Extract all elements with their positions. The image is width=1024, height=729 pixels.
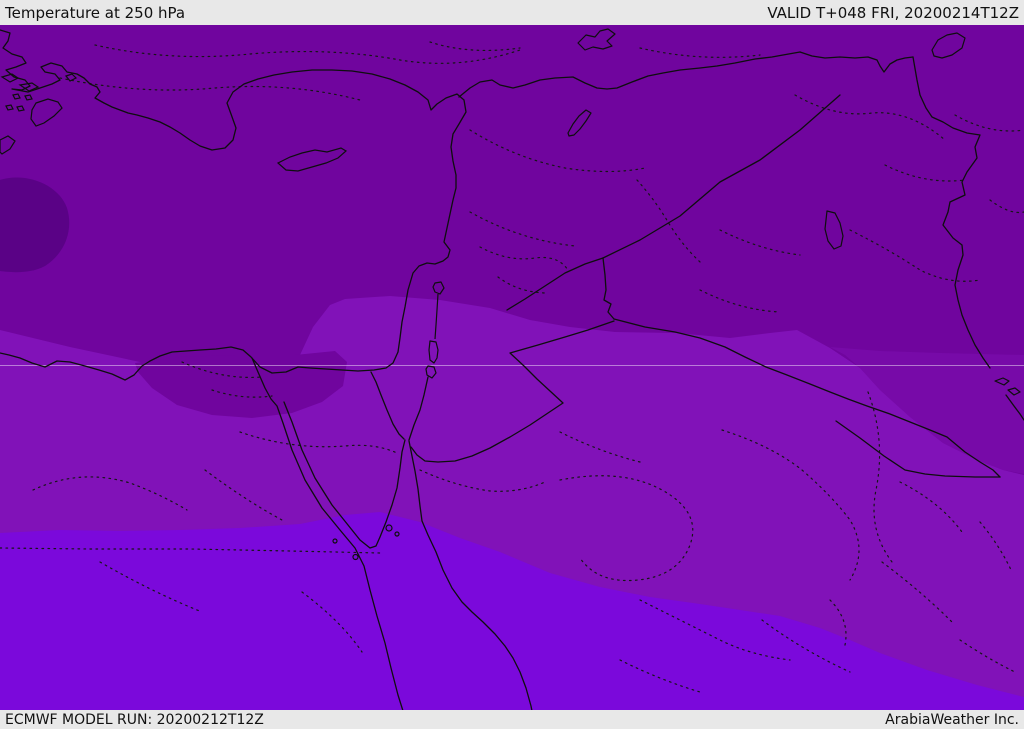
credit-label: ArabiaWeather Inc. (885, 711, 1019, 728)
model-run-label: ECMWF MODEL RUN: 20200212T12Z (5, 711, 264, 728)
temperature-bands (0, 25, 1024, 711)
header-bar: Temperature at 250 hPa VALID T+048 FRI, … (0, 0, 1024, 25)
map-canvas (0, 25, 1024, 711)
map-layers (0, 25, 1024, 711)
valid-time-label: VALID T+048 FRI, 20200214T12Z (767, 3, 1019, 22)
weather-map-window: Temperature at 250 hPa VALID T+048 FRI, … (0, 0, 1024, 729)
page-title: Temperature at 250 hPa (5, 3, 186, 22)
footer-bar: ECMWF MODEL RUN: 20200212T12Z ArabiaWeat… (0, 710, 1024, 729)
